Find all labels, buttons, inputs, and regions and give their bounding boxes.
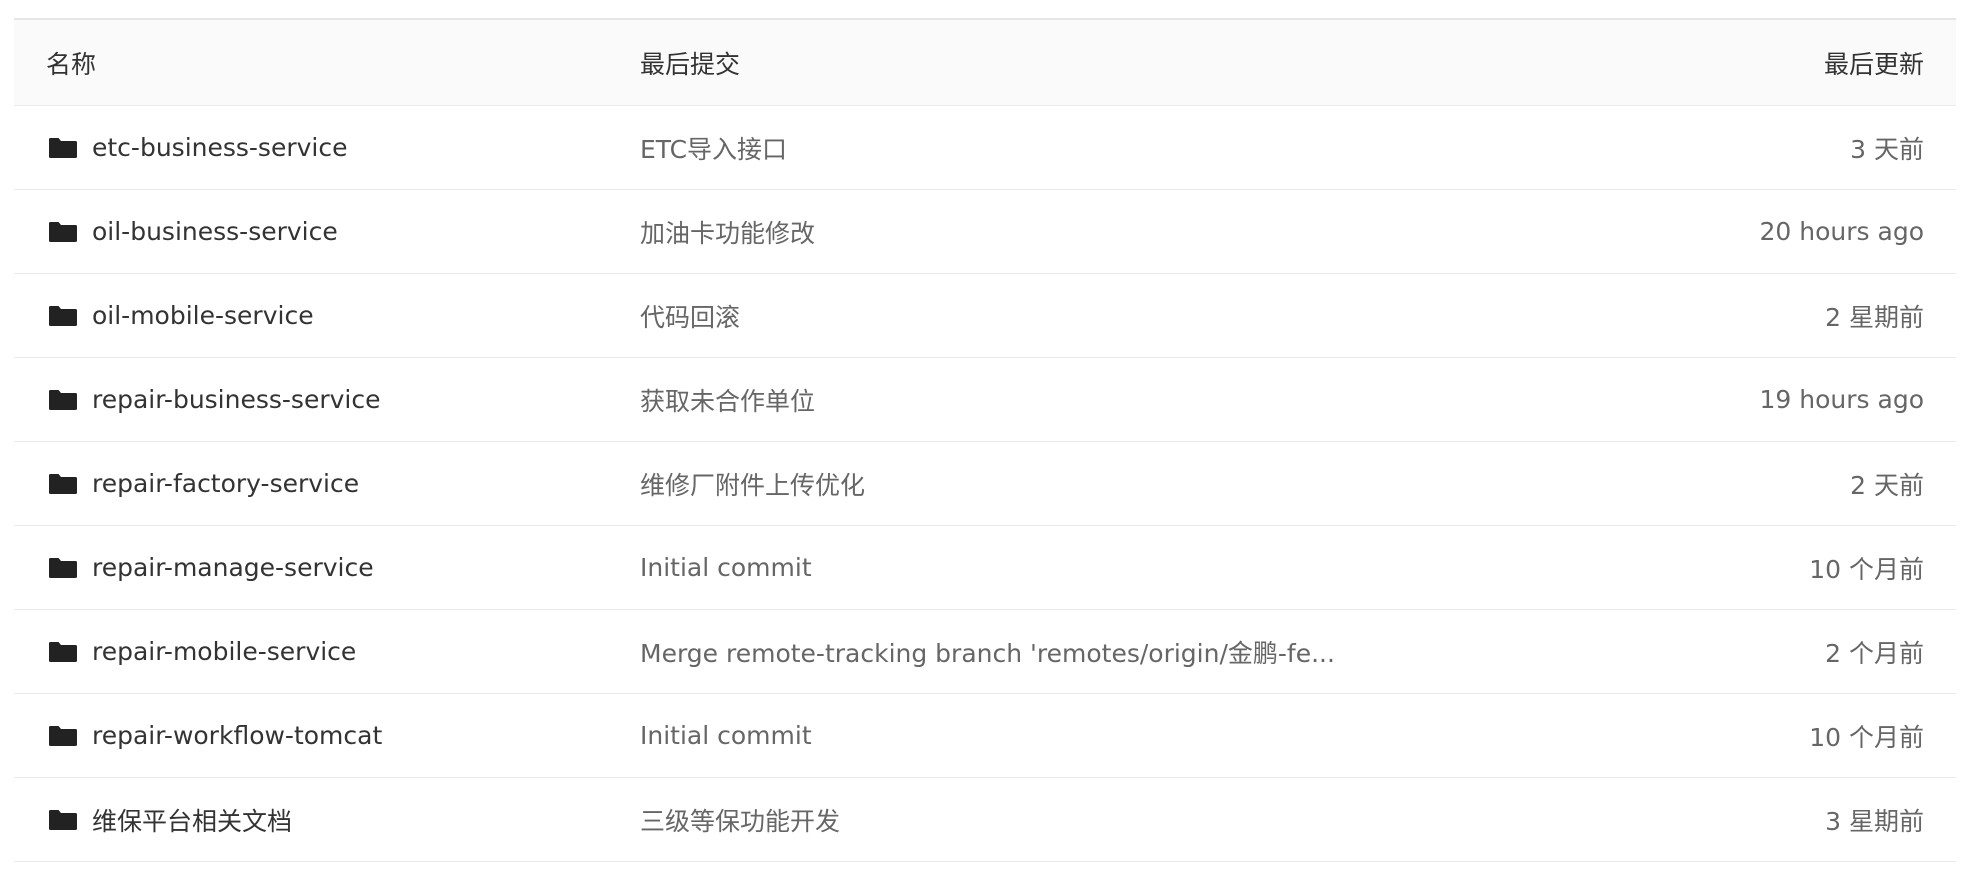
table-row[interactable]: repair-manage-service Initial commit 10 … bbox=[14, 526, 1956, 610]
last-updated-time: 10 个月前 bbox=[1809, 554, 1924, 584]
folder-link[interactable]: oil-mobile-service bbox=[92, 301, 314, 330]
folder-icon bbox=[48, 473, 78, 495]
header-last-updated: 最后更新 bbox=[1823, 49, 1924, 79]
commit-cell: Initial commit bbox=[640, 553, 812, 582]
folder-icon bbox=[48, 557, 78, 579]
commit-message-link[interactable]: ETC导入接口 bbox=[640, 135, 787, 164]
commit-message-link[interactable]: Initial commit bbox=[640, 553, 812, 582]
commit-cell: 获取未合作单位 bbox=[640, 382, 815, 418]
name-cell: oil-mobile-service bbox=[46, 301, 314, 330]
folder-icon bbox=[48, 305, 78, 327]
folder-icon bbox=[48, 641, 78, 663]
commit-message-link[interactable]: 维修厂附件上传优化 bbox=[640, 471, 865, 500]
commit-message-link[interactable]: 三级等保功能开发 bbox=[640, 807, 840, 836]
updated-cell: 2 个月前 bbox=[1825, 634, 1924, 670]
commit-message-link[interactable]: 获取未合作单位 bbox=[640, 387, 815, 416]
last-updated-time: 10 个月前 bbox=[1809, 722, 1924, 752]
updated-cell: 20 hours ago bbox=[1760, 217, 1924, 246]
commit-message-link[interactable]: 加油卡功能修改 bbox=[640, 219, 815, 248]
updated-cell: 2 星期前 bbox=[1825, 298, 1924, 334]
commit-cell: 加油卡功能修改 bbox=[640, 214, 815, 250]
folder-link[interactable]: repair-mobile-service bbox=[92, 637, 356, 666]
folder-icon bbox=[48, 221, 78, 243]
commit-message-link[interactable]: 代码回滚 bbox=[640, 303, 740, 332]
last-updated-time: 3 星期前 bbox=[1825, 806, 1924, 836]
commit-cell: ETC导入接口 bbox=[640, 130, 787, 166]
header-commit-col: 最后提交 bbox=[640, 45, 740, 81]
file-list-table: 名称 最后提交 最后更新 etc-business-service ETC导入接… bbox=[14, 18, 1956, 862]
name-cell: oil-business-service bbox=[46, 217, 338, 246]
folder-link[interactable]: repair-business-service bbox=[92, 385, 380, 414]
folder-link[interactable]: repair-workflow-tomcat bbox=[92, 721, 382, 750]
name-cell: etc-business-service bbox=[46, 133, 347, 162]
table-row[interactable]: oil-mobile-service 代码回滚 2 星期前 bbox=[14, 274, 1956, 358]
name-cell: repair-workflow-tomcat bbox=[46, 721, 382, 750]
table-row[interactable]: etc-business-service ETC导入接口 3 天前 bbox=[14, 106, 1956, 190]
last-updated-time: 2 天前 bbox=[1850, 470, 1924, 500]
folder-link[interactable]: 维保平台相关文档 bbox=[92, 802, 292, 838]
commit-cell: Merge remote-tracking branch 'remotes/or… bbox=[640, 634, 1335, 670]
folder-link[interactable]: etc-business-service bbox=[92, 133, 347, 162]
last-updated-time: 3 天前 bbox=[1850, 134, 1924, 164]
name-cell: repair-mobile-service bbox=[46, 637, 356, 666]
commit-cell: 代码回滚 bbox=[640, 298, 740, 334]
table-row[interactable]: repair-business-service 获取未合作单位 19 hours… bbox=[14, 358, 1956, 442]
commit-cell: 三级等保功能开发 bbox=[640, 802, 840, 838]
updated-cell: 3 星期前 bbox=[1825, 802, 1924, 838]
folder-icon bbox=[48, 389, 78, 411]
table-row[interactable]: oil-business-service 加油卡功能修改 20 hours ag… bbox=[14, 190, 1956, 274]
name-cell: repair-factory-service bbox=[46, 469, 359, 498]
name-cell: repair-manage-service bbox=[46, 553, 374, 582]
last-updated-time: 20 hours ago bbox=[1759, 217, 1924, 246]
header-name-col: 名称 bbox=[46, 45, 96, 81]
commit-cell: 维修厂附件上传优化 bbox=[640, 466, 865, 502]
header-name: 名称 bbox=[46, 49, 97, 79]
commit-message-link[interactable]: Merge remote-tracking branch 'remotes/or… bbox=[640, 639, 1335, 668]
table-row[interactable]: repair-mobile-service Merge remote-track… bbox=[14, 610, 1956, 694]
table-body: etc-business-service ETC导入接口 3 天前 oil-bu… bbox=[14, 106, 1956, 862]
header-last-commit: 最后提交 bbox=[640, 49, 741, 79]
table-row[interactable]: repair-workflow-tomcat Initial commit 10… bbox=[14, 694, 1956, 778]
updated-cell: 2 天前 bbox=[1850, 466, 1924, 502]
table-header: 名称 最后提交 最后更新 bbox=[14, 20, 1956, 106]
last-updated-time: 2 个月前 bbox=[1825, 638, 1924, 668]
folder-icon bbox=[48, 725, 78, 747]
commit-cell: Initial commit bbox=[640, 721, 812, 750]
folder-icon bbox=[48, 809, 78, 831]
updated-cell: 10 个月前 bbox=[1809, 718, 1924, 754]
folder-link[interactable]: repair-manage-service bbox=[92, 553, 374, 582]
commit-message-link[interactable]: Initial commit bbox=[640, 721, 812, 750]
last-updated-time: 2 星期前 bbox=[1825, 302, 1924, 332]
header-updated-col: 最后更新 bbox=[1824, 45, 1924, 81]
updated-cell: 19 hours ago bbox=[1760, 385, 1924, 414]
folder-link[interactable]: oil-business-service bbox=[92, 217, 338, 246]
updated-cell: 10 个月前 bbox=[1809, 550, 1924, 586]
table-row[interactable]: repair-factory-service 维修厂附件上传优化 2 天前 bbox=[14, 442, 1956, 526]
name-cell: repair-business-service bbox=[46, 385, 380, 414]
folder-link[interactable]: repair-factory-service bbox=[92, 469, 359, 498]
name-cell: 维保平台相关文档 bbox=[46, 802, 292, 838]
updated-cell: 3 天前 bbox=[1850, 130, 1924, 166]
table-row[interactable]: 维保平台相关文档 三级等保功能开发 3 星期前 bbox=[14, 778, 1956, 862]
folder-icon bbox=[48, 137, 78, 159]
last-updated-time: 19 hours ago bbox=[1759, 385, 1924, 414]
